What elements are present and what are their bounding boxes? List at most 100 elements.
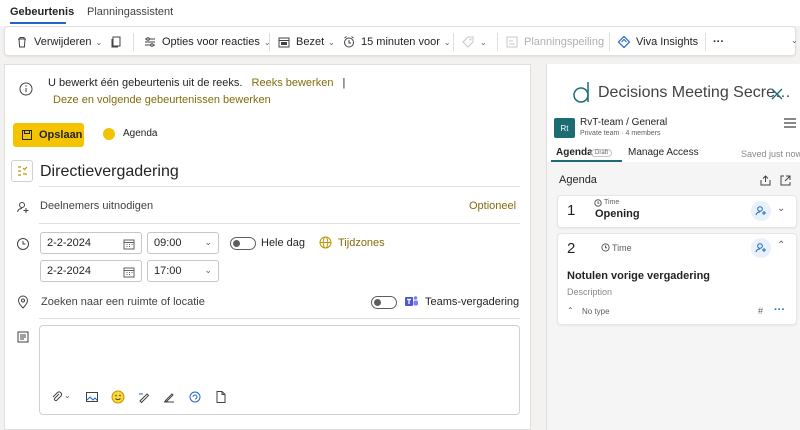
- save-label: Opslaan: [39, 129, 83, 141]
- add-person-icon: [755, 206, 766, 216]
- chevron-down-icon: ⌄: [204, 265, 212, 275]
- toolbar-divider: [133, 33, 134, 51]
- team-name: RvT-team / General: [580, 117, 668, 128]
- location-pin-icon: [17, 295, 29, 309]
- loop-icon[interactable]: [188, 390, 202, 404]
- pop-out-icon[interactable]: [780, 175, 791, 186]
- chevron-down-icon[interactable]: ⌄: [791, 36, 798, 45]
- delete-button[interactable]: Verwijderen ⌄: [15, 34, 102, 50]
- info-icon: [19, 82, 33, 96]
- agenda-item-type[interactable]: No type: [582, 307, 610, 316]
- more-icon[interactable]: ···: [774, 304, 785, 316]
- category-picker[interactable]: [11, 160, 33, 182]
- response-options-icon: [145, 37, 155, 47]
- optional-attendees-link[interactable]: Optioneel: [469, 200, 516, 212]
- location-search-input[interactable]: Zoeken naar een ruimte of locatie: [41, 296, 205, 308]
- invite-attendees-input[interactable]: Deelnemers uitnodigen: [40, 200, 153, 212]
- end-time-field[interactable]: 17:00 ⌄: [147, 260, 219, 282]
- addin-title: Decisions Meeting Secre…: [598, 84, 791, 101]
- start-time-value: 09:00: [154, 237, 182, 249]
- globe-icon: [319, 236, 332, 249]
- toolbar-divider: [269, 33, 270, 51]
- start-date-value: 2-2-2024: [47, 237, 92, 249]
- show-as-button[interactable]: Bezet ⌄: [277, 34, 335, 50]
- chevron-up-icon[interactable]: ⌃: [567, 306, 574, 315]
- end-date-field[interactable]: 2-2-2024: [40, 260, 142, 282]
- attach-icon[interactable]: [50, 390, 64, 404]
- categorize-button[interactable]: ⌄: [461, 34, 487, 50]
- draft-badge: Draft: [591, 149, 613, 157]
- assign-person-button[interactable]: [751, 201, 771, 221]
- assign-person-button[interactable]: [751, 238, 771, 258]
- all-day-toggle[interactable]: [230, 237, 256, 250]
- teams-meeting-label: Teams-vergadering: [425, 296, 520, 308]
- calendar-selector-label[interactable]: Agenda: [123, 128, 157, 139]
- chevron-down-icon[interactable]: ⌄: [777, 203, 785, 214]
- timezones-link[interactable]: Tijdzones: [338, 237, 385, 249]
- tab-scheduling-assistant[interactable]: Planningassistent: [87, 6, 173, 18]
- toolbar-divider: [453, 33, 454, 51]
- share-icon[interactable]: [760, 175, 771, 186]
- edit-series-link[interactable]: Reeks bewerken: [252, 77, 334, 89]
- agenda-item-time[interactable]: Time: [604, 199, 619, 206]
- hamburger-menu-icon[interactable]: [783, 117, 797, 129]
- link-separator: |: [342, 77, 346, 89]
- alarm-clock-icon: [344, 36, 354, 48]
- start-time-field[interactable]: 09:00 ⌄: [147, 232, 219, 254]
- tab-bar: Gebeurtenis Planningassistent: [0, 0, 800, 26]
- series-info-message: U bewerkt één gebeurtenis uit de reeks. …: [48, 77, 345, 89]
- event-title-input[interactable]: Directievergadering: [40, 163, 179, 181]
- copy-icon: [111, 36, 121, 48]
- emoji-icon[interactable]: [111, 390, 125, 404]
- clock-icon: [594, 199, 602, 207]
- chevron-down-icon[interactable]: ⌄: [64, 391, 71, 400]
- chevron-down-icon: ⌄: [204, 237, 212, 247]
- teams-meeting-toggle[interactable]: [371, 296, 397, 309]
- notes-icon: [17, 331, 29, 343]
- end-date-value: 2-2-2024: [47, 265, 92, 277]
- clock-icon: [601, 243, 610, 252]
- agenda-item-time[interactable]: Time: [612, 243, 632, 253]
- save-button[interactable]: Opslaan: [13, 123, 84, 147]
- scheduling-poll-label: Planningspeiling: [524, 36, 605, 48]
- image-icon[interactable]: [85, 390, 99, 404]
- addin-tab-manage-access[interactable]: Manage Access: [628, 147, 699, 158]
- hash-icon[interactable]: #: [758, 306, 763, 316]
- document-icon[interactable]: [214, 390, 228, 404]
- tab-event[interactable]: Gebeurtenis: [10, 6, 74, 18]
- calendar-busy-icon: [278, 37, 290, 48]
- start-date-field[interactable]: 2-2-2024: [40, 232, 142, 254]
- close-icon[interactable]: [771, 88, 783, 100]
- addin-tab-agenda[interactable]: Agenda: [556, 147, 593, 158]
- team-avatar: Rt: [554, 118, 575, 138]
- agenda-item-title[interactable]: Opening: [595, 208, 640, 220]
- saved-status: Saved just now: [741, 149, 800, 159]
- copy-button[interactable]: [109, 34, 128, 50]
- agenda-item-description[interactable]: Description: [567, 287, 612, 297]
- title-underline: [39, 186, 520, 187]
- response-options-label: Opties voor reacties: [162, 36, 260, 48]
- delete-label: Verwijderen: [34, 36, 92, 48]
- viva-insights-button[interactable]: Viva Insights: [617, 34, 698, 50]
- more-options-button[interactable]: ···: [713, 34, 724, 50]
- poll-icon: [506, 36, 518, 48]
- response-options-button[interactable]: Opties voor reacties ⌄: [143, 34, 271, 50]
- show-as-label: Bezet: [296, 36, 325, 48]
- add-person-icon: [755, 243, 766, 253]
- format-painter-icon[interactable]: [137, 390, 151, 404]
- save-icon: [22, 130, 32, 140]
- tag-icon: [462, 36, 474, 48]
- reminder-button[interactable]: 15 minuten voor ⌄: [342, 34, 451, 50]
- chevron-down-icon: ⌄: [443, 37, 451, 47]
- calendar-color-dot[interactable]: [103, 128, 115, 140]
- chevron-up-icon[interactable]: ⌃: [777, 240, 785, 251]
- scheduling-poll-button[interactable]: Planningspeiling: [505, 34, 604, 50]
- edit-following-link[interactable]: Deze en volgende gebeurtenissen bewerken: [53, 94, 271, 106]
- all-day-label: Hele dag: [261, 237, 306, 249]
- category-icon: [18, 166, 28, 176]
- agenda-item-title[interactable]: Notulen vorige vergadering: [567, 270, 710, 282]
- chevron-down-icon: ⌄: [95, 37, 103, 47]
- toolbar-divider: [497, 33, 498, 51]
- agenda-item-number: 1: [567, 202, 576, 219]
- signature-icon[interactable]: [162, 390, 176, 404]
